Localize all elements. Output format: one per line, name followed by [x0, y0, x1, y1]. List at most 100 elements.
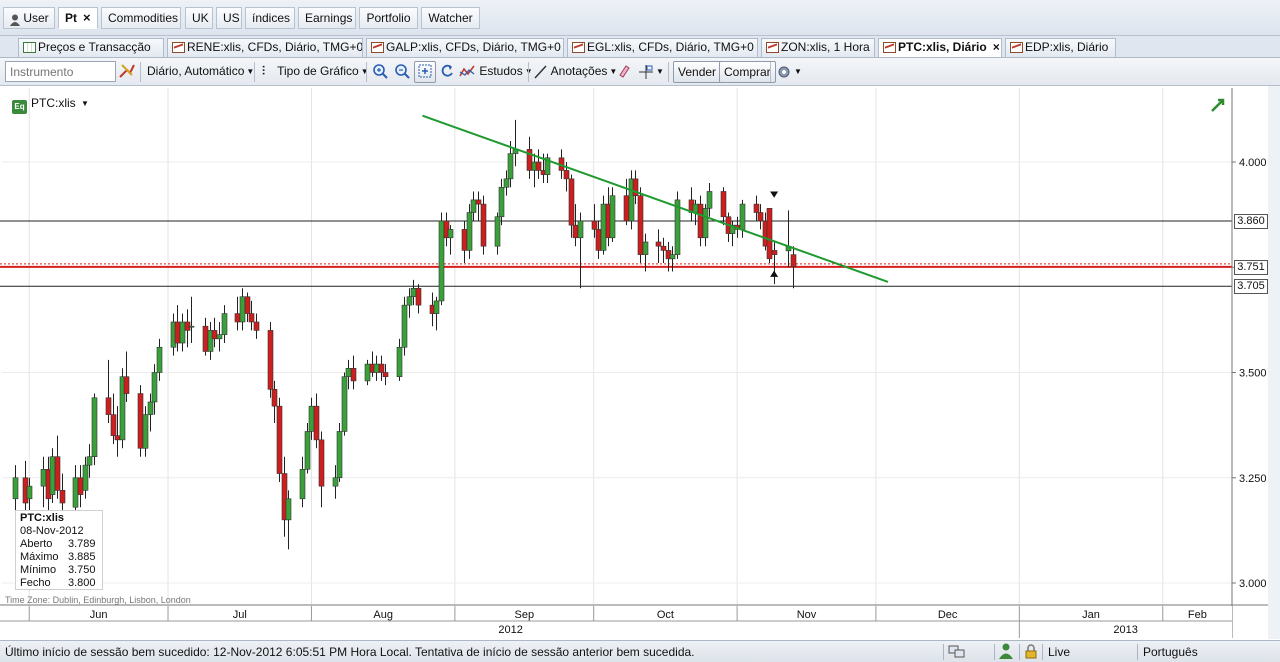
candle-body [202, 325, 209, 352]
candle-body [221, 313, 228, 335]
candle-body [318, 439, 325, 487]
candle-body [248, 313, 255, 323]
status-bar: Último início de sessão bem sucedido: 12… [0, 640, 1280, 662]
candle-body [234, 313, 241, 323]
candle-body [49, 456, 56, 495]
status-message: Último início de sessão bem sucedido: 12… [5, 645, 695, 659]
info-label: Fecho [20, 577, 51, 589]
lock-icon [1025, 644, 1037, 662]
candle-body [702, 208, 709, 239]
candle-body [151, 372, 158, 403]
candle-body [332, 477, 339, 487]
user-online-icon [999, 643, 1013, 662]
info-value: 3.800 [68, 577, 96, 589]
candle-body [563, 170, 570, 180]
price-chart[interactable]: 4.000 3.750 3.500 3.250 3.000 Jun Jul Aug Sep Oc… [0, 0, 1280, 640]
candle-body [336, 431, 343, 479]
candle-body [568, 178, 575, 226]
candle-body [642, 241, 649, 255]
candle-body [179, 321, 186, 344]
candle-body [753, 203, 760, 213]
month-label: Aug [373, 609, 393, 621]
candle-body [475, 199, 482, 205]
candle-body [433, 300, 440, 314]
price-tick-label: 3.250 [1239, 473, 1267, 485]
candle-body [147, 401, 154, 415]
price-label-current: 3.751 [1234, 260, 1268, 275]
candle-body [304, 431, 311, 470]
candle-body [697, 203, 704, 239]
candle-body [72, 477, 79, 508]
candle-body [110, 414, 117, 436]
candle-body [350, 367, 357, 382]
candle-body [341, 376, 348, 432]
price-label-support: 3.705 [1234, 279, 1268, 294]
candle-body [637, 195, 644, 255]
candle-body [790, 254, 797, 268]
candle-body [188, 325, 195, 328]
candle-body [466, 212, 473, 251]
candle-body [623, 195, 630, 222]
candle-body [40, 469, 47, 487]
info-value: 3.750 [68, 564, 96, 576]
candle-body [308, 405, 315, 432]
candle-body [591, 220, 598, 230]
candle-body [378, 363, 385, 373]
trend-arrow-icon[interactable] [1210, 97, 1226, 113]
info-symbol: PTC:xlis [20, 512, 65, 524]
price-tick-label: 3.500 [1239, 368, 1267, 380]
candle-body [12, 477, 19, 500]
candle-body [123, 376, 130, 394]
month-label: Nov [797, 609, 817, 621]
candle-body [401, 304, 408, 348]
month-label: Oct [657, 609, 674, 621]
candle-body [660, 245, 667, 251]
candle-body [577, 220, 584, 239]
candle-body [271, 389, 278, 407]
candle-body [86, 456, 93, 466]
candle-body [692, 203, 699, 213]
info-row-low: Mínimo 3.750 [20, 564, 102, 577]
month-label: Sep [514, 609, 534, 621]
candle-body [345, 367, 352, 378]
month-label: Jul [233, 609, 247, 621]
candle-body [494, 216, 501, 247]
candle-body [299, 469, 306, 500]
candle-body [54, 456, 61, 491]
chevron-down-icon: ▼ [81, 99, 89, 108]
candle-body [438, 220, 445, 302]
candle-body [216, 334, 223, 340]
candle-body [77, 477, 84, 495]
time-zone-label: Time Zone: Dublin, Edinburgh, Lisbon, Lo… [5, 595, 191, 605]
connection-status: Live [1048, 645, 1071, 659]
candle-body [91, 397, 98, 458]
price-tick-label: 3.000 [1239, 578, 1267, 590]
candle-body [461, 229, 468, 251]
info-value: 3.885 [68, 551, 96, 563]
candle-body [276, 405, 283, 474]
candle-body [313, 405, 320, 441]
time-axis-band [0, 606, 1232, 638]
info-label: Aberto [20, 538, 53, 550]
candle-body [507, 153, 514, 180]
equity-icon: Eq [12, 100, 27, 114]
price-tick-label: 4.000 [1239, 157, 1267, 169]
candle-body [156, 346, 163, 373]
candle-body [59, 490, 66, 504]
candle-body [142, 414, 149, 449]
candle-body [174, 321, 181, 344]
candle-body [498, 186, 505, 218]
candle-body [720, 191, 727, 218]
candle-body [771, 250, 778, 255]
candle-body [655, 241, 662, 247]
candle-body [766, 208, 773, 260]
month-label: Jan [1082, 609, 1100, 621]
network-icon [948, 644, 966, 662]
language-selector[interactable]: Português [1143, 642, 1198, 662]
candle-body [285, 498, 292, 521]
candle-body [406, 296, 413, 306]
candle-body [373, 363, 380, 373]
candle-body [595, 229, 602, 251]
chart-symbol-selector[interactable]: Eq PTC:xlis ▼ [12, 96, 89, 114]
candle-body [364, 363, 371, 382]
